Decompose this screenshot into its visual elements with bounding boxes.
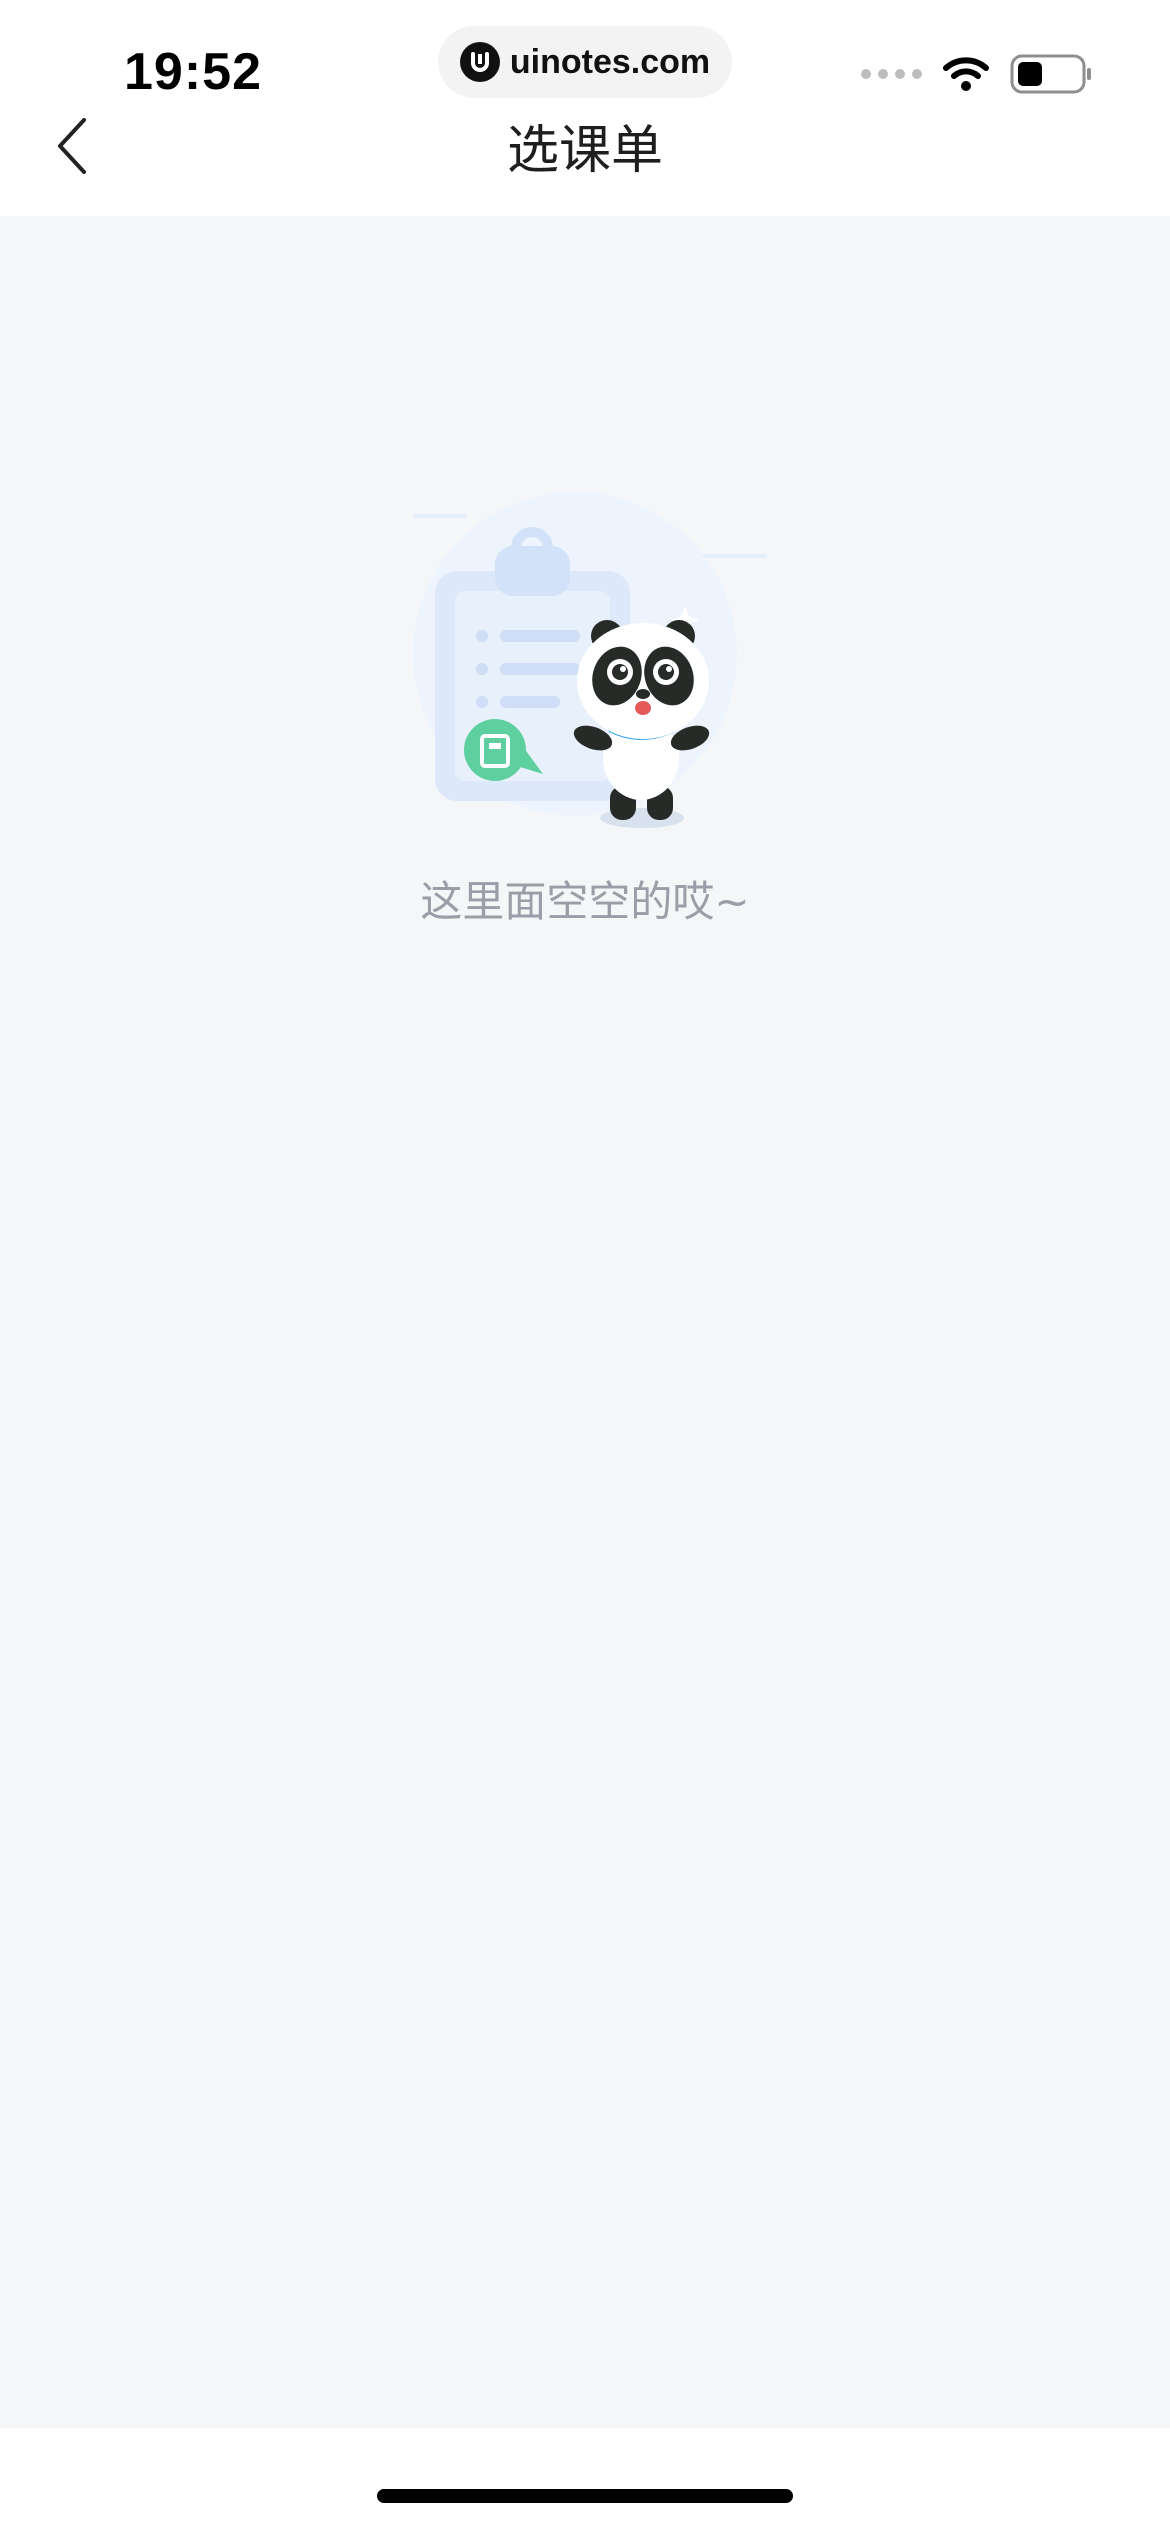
url-pill[interactable]: uinotes.com (438, 26, 732, 98)
cellular-signal-icon (861, 69, 922, 79)
page-title: 选课单 (506, 121, 663, 181)
top-bar: 19:52 uinotes.com 选课单 (0, 0, 1170, 216)
wifi-icon (943, 57, 989, 91)
url-text: uinotes.com (509, 42, 711, 81)
bottom-safe-area (0, 2428, 1170, 2532)
home-indicator[interactable] (377, 2489, 793, 2503)
status-icons (861, 54, 1092, 94)
site-logo-icon (459, 42, 500, 82)
battery-icon (1010, 54, 1091, 94)
empty-state-illustration (395, 486, 775, 866)
status-time: 19:52 (124, 43, 262, 101)
content-area: 这里面空空的哎~ (0, 216, 1170, 2428)
empty-state-message: 这里面空空的哎~ (420, 877, 750, 926)
